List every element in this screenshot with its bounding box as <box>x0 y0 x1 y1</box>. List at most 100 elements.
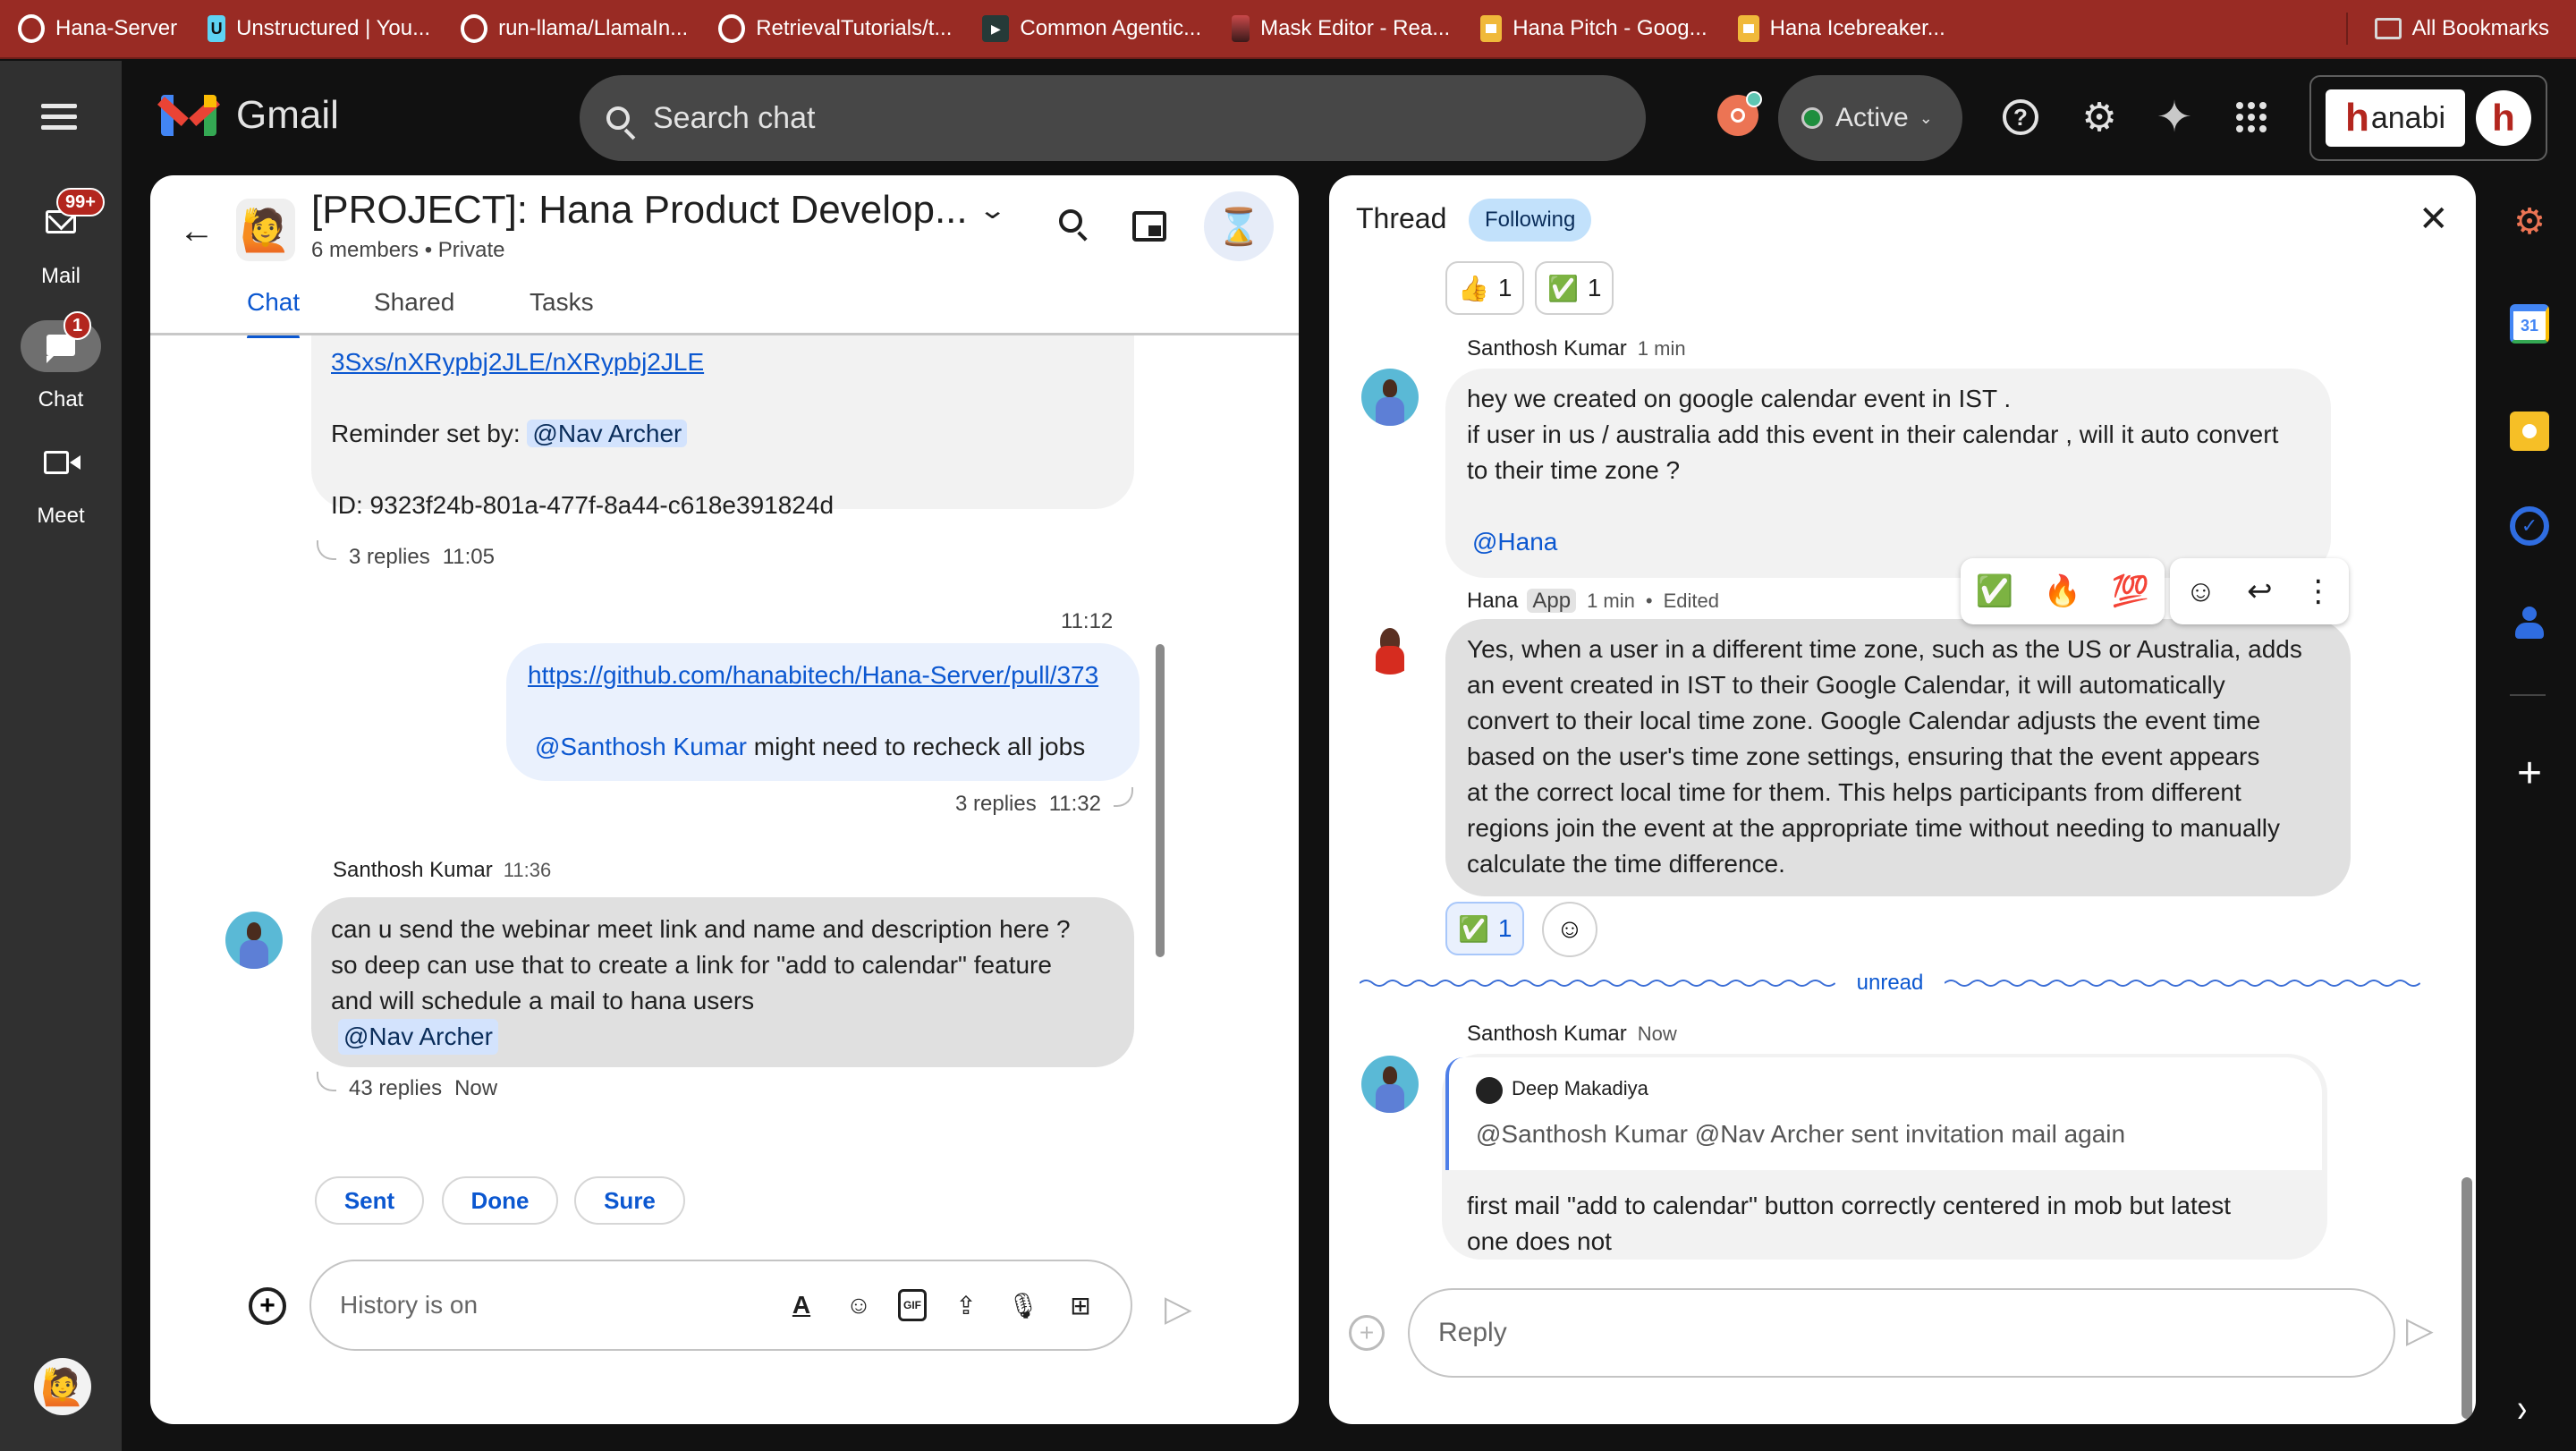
search-bar[interactable] <box>580 75 1646 161</box>
tab-chat[interactable]: Chat <box>247 288 301 338</box>
mention[interactable]: @Hana <box>1472 524 1557 560</box>
message-time: 1 min <box>1587 590 1635 612</box>
sender-name[interactable]: Hana <box>1467 589 1518 613</box>
upload-icon[interactable]: ⇪ <box>948 1287 984 1323</box>
status-dropdown[interactable]: Active ⌄ <box>1778 75 1962 161</box>
message-bubble: 3Sxs/nXRypbj2JLE/nXRypbj2JLE Reminder se… <box>311 335 1134 519</box>
sender-name[interactable]: Santhosh Kumar <box>1467 336 1627 361</box>
reaction-check-selected[interactable]: ✅ 1 <box>1445 902 1525 955</box>
space-title[interactable]: [PROJECT]: Hana Product Develop... <box>311 188 968 233</box>
mention[interactable]: @Santhosh Kumar <box>535 733 747 760</box>
back-button[interactable]: ← <box>179 211 215 251</box>
plus-circle-icon: + <box>1359 1319 1375 1346</box>
status-label: Active <box>1835 103 1909 132</box>
add-reaction-button[interactable]: ☺ <box>1542 902 1597 957</box>
smart-reply-sent[interactable]: Sent <box>315 1176 424 1225</box>
account-switcher[interactable]: h anabi h <box>2309 75 2547 161</box>
react-fire-button[interactable]: 🔥 <box>2044 573 2081 609</box>
user-avatar[interactable]: 🙋 <box>34 1358 91 1415</box>
chevron-down-icon[interactable]: ⌄ <box>978 195 1007 225</box>
sender-name[interactable]: Santhosh Kumar <box>333 858 493 882</box>
all-bookmarks-button[interactable]: All Bookmarks <box>2374 16 2549 41</box>
thread-summary[interactable]: 43 replies Now <box>317 1072 497 1101</box>
reaction-thumbs-up[interactable]: 👍 1 <box>1445 261 1525 315</box>
gif-icon[interactable]: GIF <box>898 1289 927 1321</box>
send-button[interactable]: ▷ <box>1165 1288 1192 1329</box>
time-label: 11:12 <box>1061 609 1114 633</box>
calendar-icon[interactable]: 31 <box>2510 304 2549 344</box>
mention-chip[interactable]: @Nav Archer <box>527 420 688 447</box>
sender-avatar[interactable] <box>1361 369 1419 426</box>
pop-out-button[interactable] <box>1132 211 1166 242</box>
bookmark-common-agentic[interactable]: ▶ Common Agentic... <box>982 15 1201 42</box>
react-check-button[interactable]: ✅ <box>1976 573 2013 609</box>
get-addons-button[interactable]: + <box>2510 750 2549 797</box>
sender-avatar[interactable] <box>1361 1056 1419 1113</box>
hana-avatar[interactable] <box>1361 617 1419 675</box>
bookmark-hana-pitch[interactable]: Hana Pitch - Goog... <box>1480 15 1707 42</box>
google-apps-button[interactable] <box>2231 97 2272 138</box>
search-icon <box>1059 209 1082 233</box>
bookmark-llamaindex[interactable]: run-llama/LlamaIn... <box>461 15 688 42</box>
rail-item-chat[interactable]: 1 Chat <box>0 311 122 412</box>
react-hundred-button[interactable]: 💯 <box>2112 573 2149 609</box>
format-icon[interactable]: A <box>784 1287 819 1323</box>
contacts-icon[interactable] <box>2510 603 2549 642</box>
bookmark-hana-icebreaker[interactable]: Hana Icebreaker... <box>1737 15 1945 42</box>
sender-name[interactable]: Santhosh Kumar <box>1467 1022 1627 1046</box>
sender-avatar[interactable] <box>225 912 283 969</box>
message-line: so deep can use that to create a link fo… <box>331 951 1052 979</box>
chat-scrollbar[interactable] <box>1156 644 1165 957</box>
more-vert-icon[interactable]: ⋮ <box>2303 573 2334 609</box>
gmail-logo[interactable]: Gmail <box>157 93 339 138</box>
keep-icon[interactable] <box>2510 412 2549 451</box>
threads-button[interactable]: ⌛ <box>1204 191 1274 261</box>
reply-arrow-icon[interactable]: ↩ <box>2247 573 2273 609</box>
main-menu-button[interactable] <box>41 104 77 131</box>
gemini-button[interactable]: ✦ <box>2154 94 2195 141</box>
search-in-space-button[interactable] <box>1059 209 1095 245</box>
reaction-check[interactable]: ✅ 1 <box>1535 261 1614 315</box>
following-toggle[interactable]: Following <box>1469 199 1592 242</box>
thread-summary[interactable]: 3 replies 11:05 <box>317 540 495 570</box>
bookmark-unstructured[interactable]: U Unstructured | You... <box>208 15 430 42</box>
tab-shared[interactable]: Shared <box>374 288 454 317</box>
message-line: and will schedule a mail to hana users <box>331 987 755 1014</box>
github-pr-link[interactable]: https://github.com/hanabitech/Hana-Serve… <box>528 658 1098 693</box>
expand-side-panel-button[interactable]: › <box>2517 1387 2527 1432</box>
rail-item-mail[interactable]: 99+ Mail <box>0 188 122 289</box>
bookmark-mask-editor[interactable]: Mask Editor - Rea... <box>1232 15 1450 42</box>
mention-chip[interactable]: @Nav Archer <box>338 1019 498 1055</box>
send-reply-button[interactable]: ▷ <box>2406 1310 2434 1351</box>
emoji-icon[interactable]: ☺ <box>841 1287 877 1323</box>
add-attachment-button[interactable]: + <box>1349 1315 1385 1351</box>
rail-item-meet[interactable]: Meet <box>0 437 122 529</box>
smart-reply-sure[interactable]: Sure <box>574 1176 685 1225</box>
video-add-icon[interactable]: ⊞ <box>1063 1287 1098 1323</box>
close-thread-button[interactable]: ✕ <box>2419 199 2449 240</box>
reply-input[interactable] <box>1438 1318 2333 1348</box>
quoted-message[interactable]: Deep Makadiya @Santhosh Kumar @Nav Arche… <box>1445 1057 2322 1170</box>
settings-button[interactable]: ⚙ <box>2079 96 2120 140</box>
message-body: might need to recheck all jobs <box>747 733 1086 760</box>
tasks-icon[interactable]: ✓ <box>2510 506 2549 546</box>
hubspot-icon[interactable]: ⚙ <box>2510 202 2549 242</box>
bookmark-hana-server[interactable]: Hana-Server <box>18 15 177 42</box>
add-reaction-icon[interactable]: ☺ <box>2185 574 2216 609</box>
thread-summary[interactable]: 3 replies 11:32 <box>955 787 1133 817</box>
message-time: 11:12 <box>1061 609 1113 634</box>
thread-scrollbar[interactable] <box>2462 1177 2472 1419</box>
reminder-label: Reminder set by: <box>331 420 521 447</box>
message-input[interactable] <box>340 1291 769 1319</box>
mic-icon[interactable]: 🎙 <box>1005 1287 1041 1323</box>
reference-link[interactable]: 3Sxs/nXRypbj2JLE/nXRypbj2JLE <box>331 344 704 380</box>
smart-reply-done[interactable]: Done <box>442 1176 558 1225</box>
bookmark-retrieval-tutorials[interactable]: RetrievalTutorials/t... <box>718 15 952 42</box>
hubspot-extension-button[interactable] <box>1717 91 1762 136</box>
tab-tasks[interactable]: Tasks <box>530 288 594 317</box>
add-attachment-button[interactable]: + <box>249 1287 286 1325</box>
help-button[interactable]: ? <box>2000 97 2041 138</box>
search-icon[interactable] <box>606 106 630 130</box>
close-icon: ✕ <box>2419 199 2449 239</box>
search-input[interactable] <box>653 100 1547 136</box>
